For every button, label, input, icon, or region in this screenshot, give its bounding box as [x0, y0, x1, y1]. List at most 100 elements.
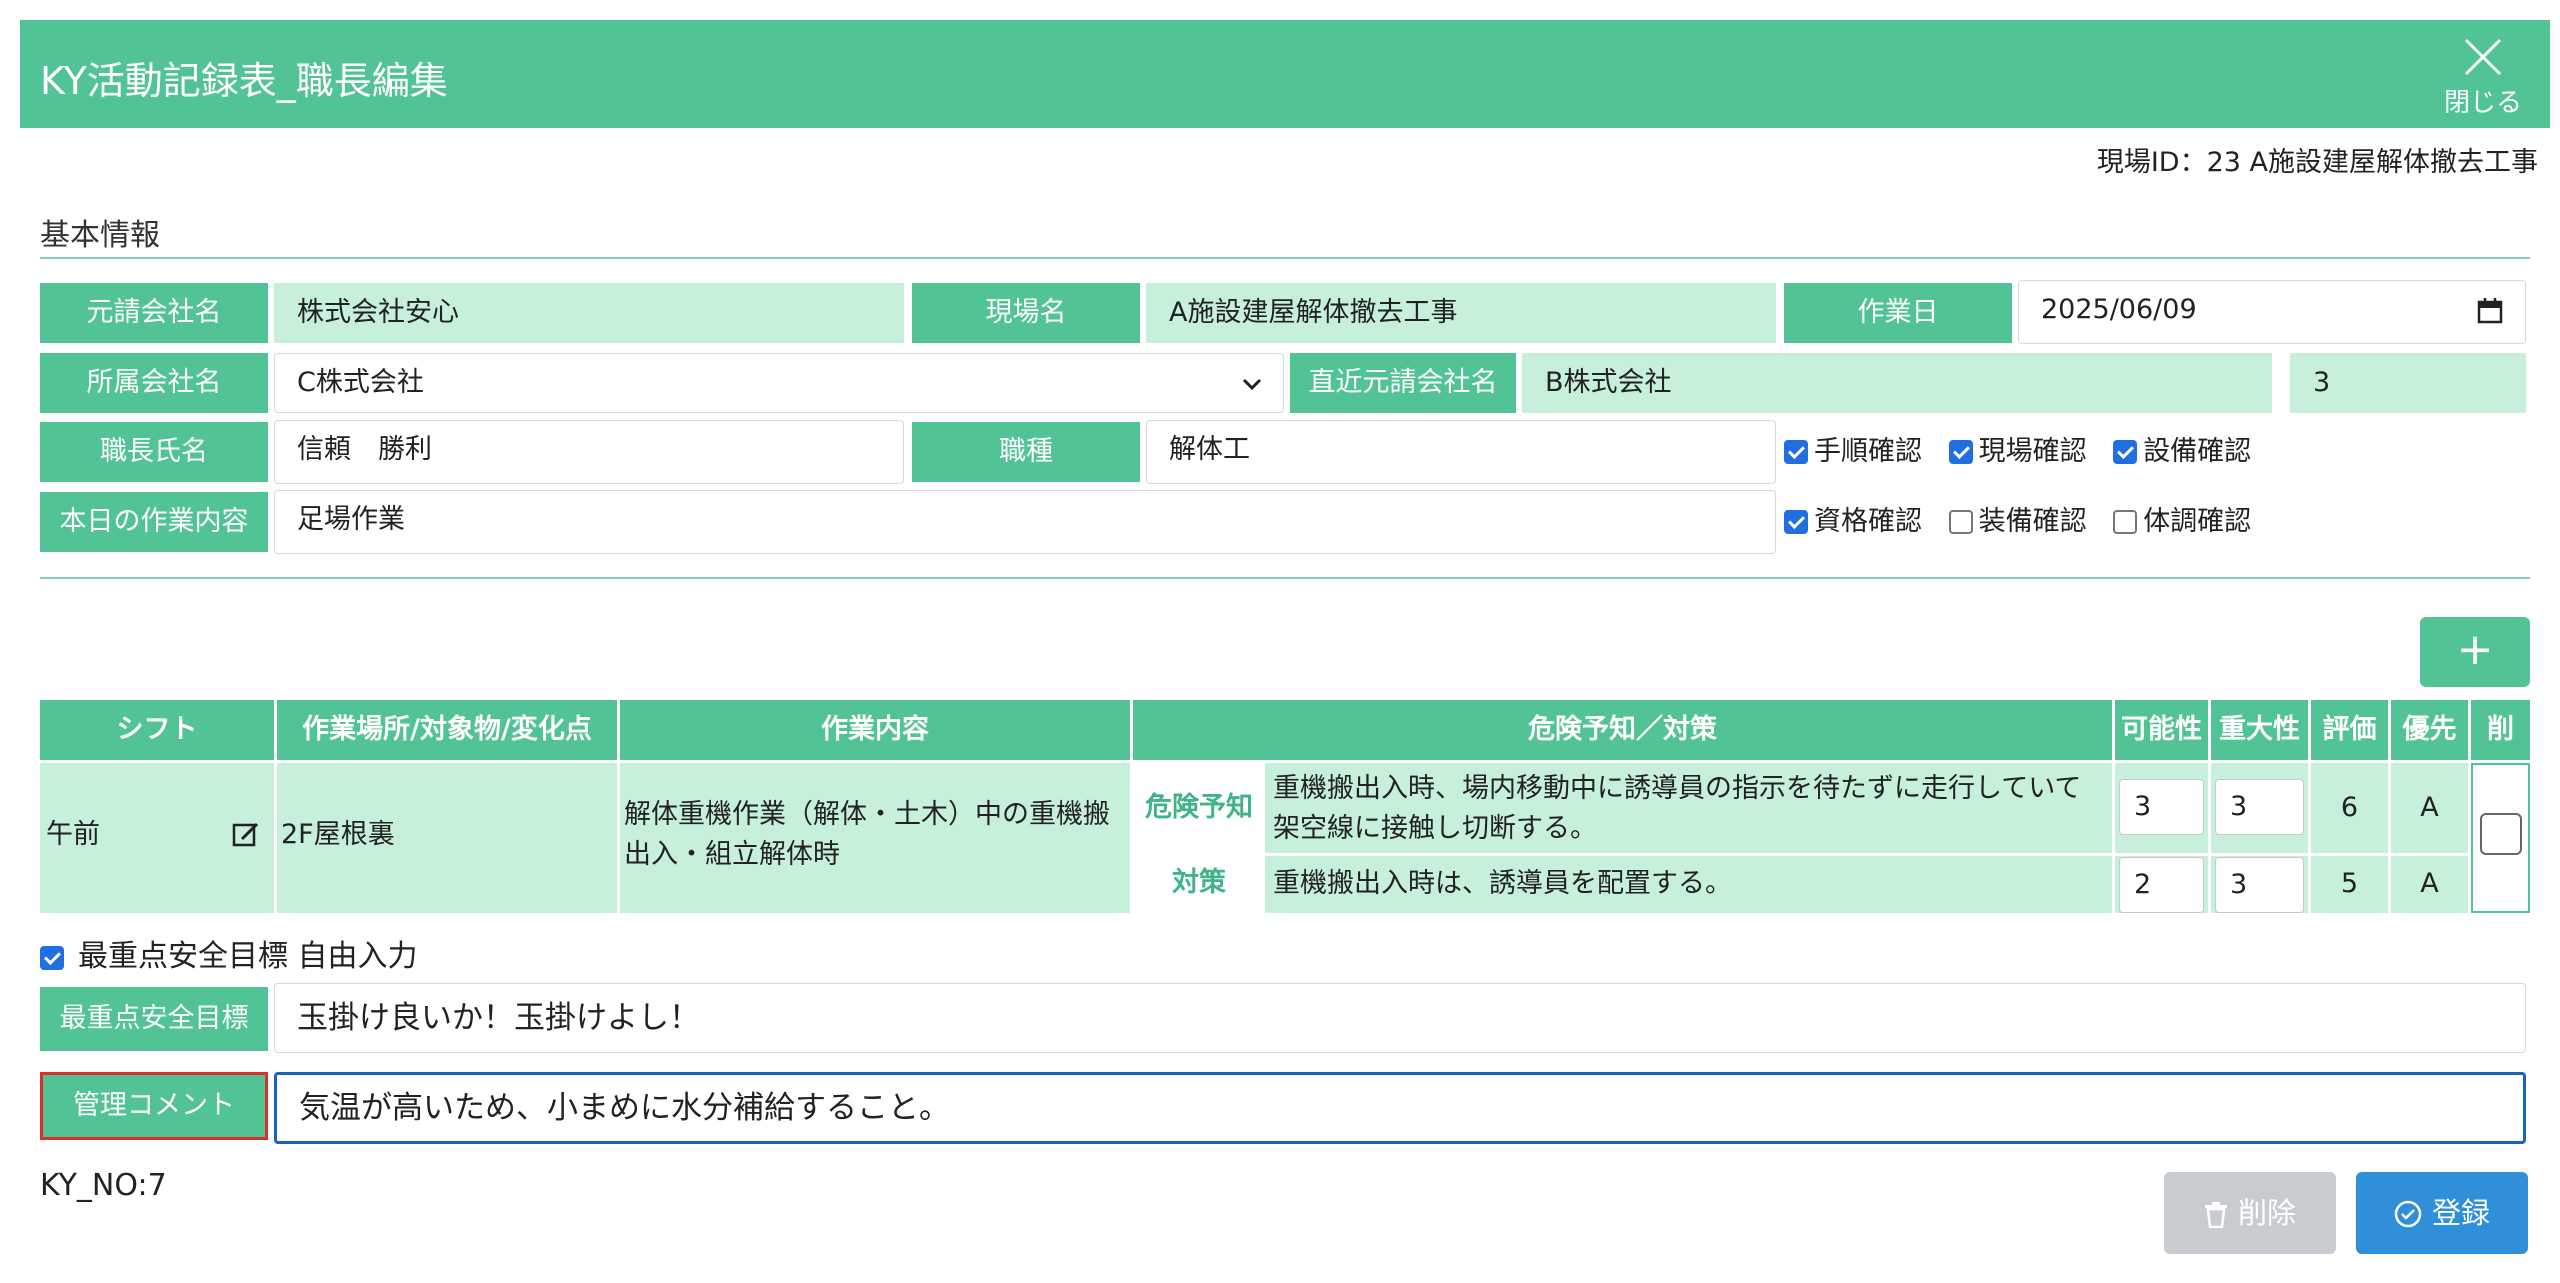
- check-label: 手順確認: [1814, 436, 1922, 467]
- work-date-input[interactable]: 2025/06/09: [2018, 280, 2526, 344]
- place-value: 2F屋根裏: [281, 819, 395, 850]
- todays-work-input[interactable]: 足場作業: [274, 490, 1776, 554]
- header-hazard: 危険予知／対策: [1133, 700, 2112, 760]
- hazard-tag: 危険予知: [1136, 766, 1262, 850]
- cell-work: 解体重機作業（解体・土木）中の重機搬出入・組立解体時: [620, 763, 1130, 913]
- cell-place: 2F屋根裏: [277, 763, 617, 913]
- check-label: 現場確認: [1978, 436, 2087, 467]
- close-button[interactable]: 閉じる: [2438, 30, 2528, 122]
- todays-work-label: 本日の作業内容: [40, 492, 268, 552]
- hazard-evaluation-value: 6: [2340, 792, 2359, 823]
- check-label: 装備確認: [1978, 506, 2087, 537]
- checkbox-unchecked-icon[interactable]: [1948, 510, 1973, 534]
- shift-value: 午前: [46, 819, 100, 850]
- check-health[interactable]: 体調確認: [2113, 502, 2251, 542]
- affiliated-company-select[interactable]: C株式会社: [274, 353, 1284, 413]
- add-row-button[interactable]: +: [2420, 617, 2530, 687]
- hazard-priority-value: A: [2420, 792, 2439, 823]
- comment-label: 管理コメント: [40, 1072, 268, 1140]
- direct-prime-extra-field: 3: [2290, 353, 2526, 413]
- goal-value: 玉掛け良いか！玉掛けよし！: [297, 1000, 700, 1036]
- work-date-label: 作業日: [1784, 283, 2012, 343]
- row-delete-checkbox[interactable]: [2480, 813, 2522, 855]
- check-group-2: 資格確認 装備確認 体調確認: [1784, 502, 2269, 542]
- delete-button-label: 削除: [2237, 1196, 2296, 1230]
- hazard-severity-input[interactable]: 3: [2215, 779, 2304, 835]
- register-button[interactable]: 登録: [2356, 1172, 2528, 1254]
- header-priority: 優先: [2391, 700, 2468, 760]
- hazard-possibility-input[interactable]: 3: [2119, 779, 2204, 835]
- check-qualification[interactable]: 資格確認: [1784, 502, 1922, 542]
- site-name-label: 現場名: [912, 283, 1140, 343]
- measure-evaluation-value: 5: [2340, 868, 2359, 899]
- measure-tag: 対策: [1136, 856, 1262, 910]
- site-name-field: A施設建屋解体撤去工事: [1146, 283, 1776, 343]
- chevron-down-icon: [1242, 378, 1262, 391]
- prime-company-value: 株式会社安心: [297, 297, 459, 328]
- header-shift: シフト: [40, 700, 274, 760]
- edit-icon[interactable]: [232, 821, 260, 849]
- header-severity: 重大性: [2211, 700, 2308, 760]
- site-id-label: 現場ID：23 A施設建屋解体撤去工事: [2096, 147, 2538, 178]
- free-input-toggle[interactable]: 最重点安全目標 自由入力: [40, 937, 418, 977]
- checkbox-checked-icon[interactable]: [2113, 440, 2138, 464]
- check-equipment[interactable]: 設備確認: [2113, 432, 2251, 472]
- affiliated-company-value: C株式会社: [297, 367, 424, 398]
- checkbox-checked-icon[interactable]: [1948, 440, 1973, 464]
- cell-hazard-text: 重機搬出入時、場内移動中に誘導員の指示を待たずに走行していて架空線に接触し切断す…: [1265, 763, 2112, 853]
- section-divider: [40, 257, 2530, 259]
- register-button-label: 登録: [2431, 1196, 2490, 1230]
- check-label: 資格確認: [1814, 506, 1922, 537]
- direct-prime-value: B株式会社: [1545, 367, 1672, 398]
- check-label: 設備確認: [2143, 436, 2252, 467]
- foreman-value: 信頼 勝利: [297, 434, 432, 465]
- direct-prime-field: B株式会社: [1522, 353, 2272, 413]
- cell-measure-text: 重機搬出入時は、誘導員を配置する。: [1265, 856, 2112, 913]
- dialog-header: KY活動記録表_職長編集 閉じる: [20, 20, 2550, 128]
- check-site[interactable]: 現場確認: [1948, 432, 2087, 472]
- checkbox-checked-icon[interactable]: [1784, 510, 1808, 534]
- close-label: 閉じる: [2443, 88, 2522, 118]
- direct-prime-label: 直近元請会社名: [1290, 353, 1516, 413]
- foreman-label: 職長氏名: [40, 422, 268, 482]
- measure-priority-value: A: [2420, 868, 2439, 899]
- goal-input[interactable]: 玉掛け良いか！玉掛けよし！: [274, 983, 2526, 1053]
- header-work: 作業内容: [620, 700, 1130, 760]
- free-input-label: 最重点安全目標 自由入力: [78, 939, 418, 974]
- foreman-input[interactable]: 信頼 勝利: [274, 420, 904, 484]
- comment-value: 気温が高いため、小まめに水分補給すること。: [299, 1090, 950, 1126]
- check-gear[interactable]: 装備確認: [1948, 502, 2087, 542]
- direct-prime-extra-value: 3: [2313, 367, 2331, 398]
- measure-severity-input[interactable]: 3: [2215, 857, 2304, 913]
- calendar-icon[interactable]: [2477, 297, 2503, 325]
- section-title-basic-info: 基本情報: [40, 218, 160, 253]
- checkbox-unchecked-icon[interactable]: [2113, 510, 2138, 534]
- header-evaluation: 評価: [2311, 700, 2388, 760]
- hazard-text: 重機搬出入時、場内移動中に誘導員の指示を待たずに走行していて架空線に接触し切断す…: [1273, 773, 2082, 844]
- check-group-1: 手順確認 現場確認 設備確認: [1784, 432, 2269, 472]
- delete-button[interactable]: 削除: [2164, 1172, 2336, 1254]
- comment-input[interactable]: 気温が高いため、小まめに水分補給すること。: [274, 1072, 2526, 1144]
- header-possibility: 可能性: [2115, 700, 2208, 760]
- checkbox-checked-icon[interactable]: [1784, 440, 1808, 464]
- job-type-input[interactable]: 解体工: [1146, 420, 1776, 484]
- check-procedure[interactable]: 手順確認: [1784, 432, 1922, 472]
- prime-company-label: 元請会社名: [40, 283, 268, 343]
- site-name-value: A施設建屋解体撤去工事: [1169, 297, 1458, 328]
- job-type-value: 解体工: [1169, 434, 1250, 465]
- work-value: 解体重機作業（解体・土木）中の重機搬出入・組立解体時: [624, 799, 1110, 870]
- header-delete: 削: [2471, 700, 2530, 760]
- todays-work-value: 足場作業: [297, 504, 405, 535]
- trash-icon: [2204, 1202, 2227, 1229]
- check-circle-icon: [2394, 1200, 2422, 1228]
- measure-possibility-input[interactable]: 2: [2119, 857, 2204, 913]
- ky-number: KY_NO:7: [40, 1168, 167, 1203]
- section-divider: [40, 577, 2530, 579]
- checkbox-checked-icon[interactable]: [40, 946, 64, 970]
- prime-company-field: 株式会社安心: [274, 283, 904, 343]
- cell-shift[interactable]: 午前: [40, 763, 274, 913]
- header-place: 作業場所/対象物/変化点: [277, 700, 617, 760]
- close-icon: [2464, 38, 2502, 76]
- goal-label: 最重点安全目標: [40, 987, 268, 1051]
- affiliated-company-label: 所属会社名: [40, 353, 268, 413]
